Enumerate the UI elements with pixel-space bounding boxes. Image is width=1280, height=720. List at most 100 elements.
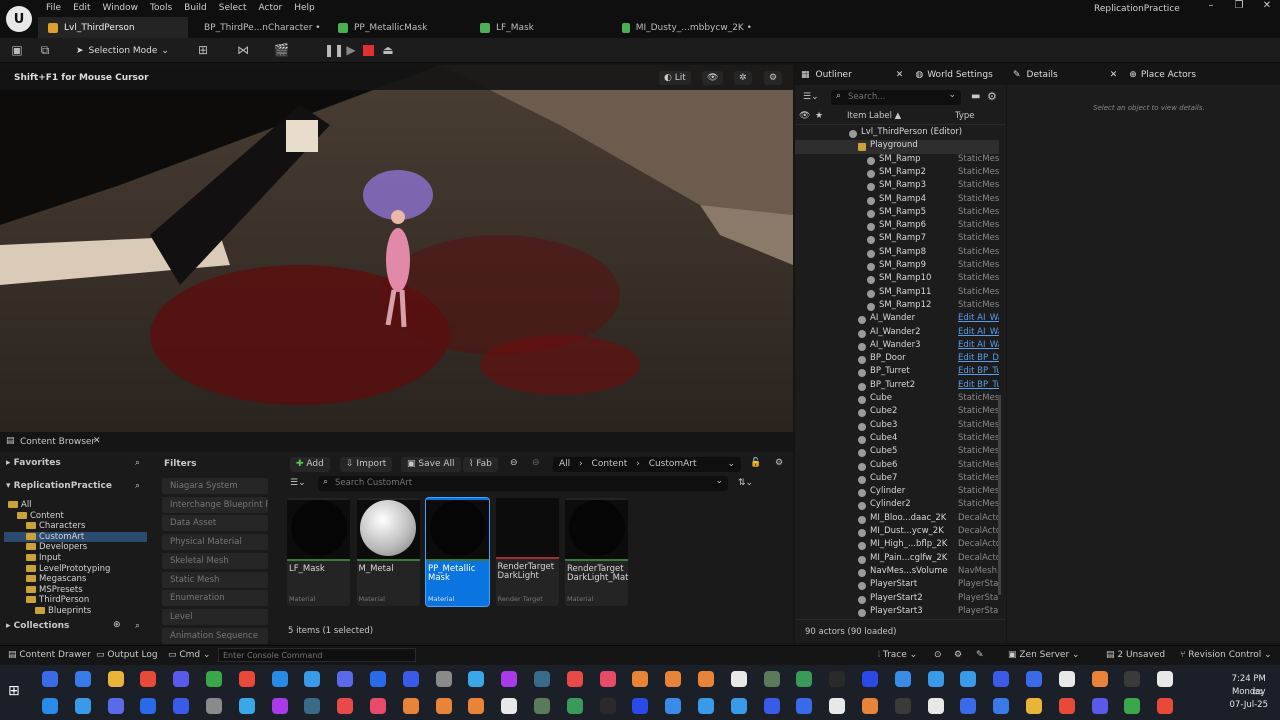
taskbar-app-icon[interactable] (173, 671, 190, 687)
taskbar-app-icon[interactable] (862, 698, 878, 714)
outliner-row[interactable]: SM_Ramp StaticMes (795, 154, 999, 167)
taskbar-app-icon[interactable] (206, 698, 222, 714)
content-settings-icon[interactable]: ⚙ (775, 458, 783, 468)
content-search-input[interactable] (335, 477, 705, 489)
trace-button[interactable]: ⦙ Trace ⌄ (878, 650, 917, 660)
favorites-section[interactable]: ▸ Favorites (6, 458, 61, 468)
taskbar-app-icon[interactable] (206, 671, 222, 687)
asset-tile[interactable]: M_Metal Material (356, 498, 420, 606)
filter-item[interactable]: Static Mesh (162, 571, 268, 588)
browse-icon[interactable]: ⧉ (38, 43, 52, 57)
taskbar-app-icon[interactable] (42, 671, 58, 687)
taskbar-app-icon[interactable] (1026, 698, 1042, 714)
taskbar-app-icon[interactable] (632, 671, 649, 687)
close-tab-icon[interactable]: ✕ (896, 70, 904, 80)
taskbar-app-icon[interactable] (107, 671, 124, 687)
filter-icon[interactable]: ☰⌄ (290, 478, 306, 488)
taskbar-app-icon[interactable] (632, 698, 649, 714)
taskbar-app-icon[interactable] (304, 698, 321, 714)
taskbar-app-icon[interactable] (829, 698, 846, 714)
visibility-icon[interactable]: 👁 (799, 111, 810, 121)
outliner-row[interactable]: PlayerStart3 PlayerStar (795, 606, 999, 619)
create-folder-icon[interactable]: ▬ (971, 91, 980, 102)
taskbar-app-icon[interactable] (435, 698, 452, 714)
taskbar-app-icon[interactable] (1157, 698, 1174, 714)
settings-icon[interactable]: ⚙ (954, 650, 962, 660)
edit-blueprint-link[interactable]: Edit AI_Wa (958, 327, 999, 337)
folder-characters[interactable]: Characters (4, 521, 147, 531)
outliner-row[interactable]: Cylinder StaticMes (795, 486, 999, 499)
import-button[interactable]: ⇩ Import (340, 457, 393, 472)
show-flags-icon[interactable]: 👁 (702, 71, 724, 85)
chevron-down-icon[interactable]: ⌄ (727, 457, 735, 472)
column-type[interactable]: Type (955, 111, 975, 121)
filter-item[interactable]: Animation Sequence (162, 627, 268, 644)
edit-blueprint-link[interactable]: Edit AI_Wa (958, 340, 999, 350)
collections-section[interactable]: ▸ Collections (6, 621, 69, 631)
search-icon[interactable]: ⌕ (135, 621, 140, 631)
breadcrumb-customart[interactable]: CustomArt (649, 459, 697, 469)
content-drawer-button[interactable]: ▤ Content Drawer (8, 650, 91, 660)
maximize-icon[interactable]: ❐ (1224, 0, 1254, 16)
tab-place-actors[interactable]: Place Actors (1141, 70, 1196, 80)
outliner-row[interactable]: NavMes...sVolume NavMesh (795, 566, 999, 579)
outliner-row[interactable]: SM_Ramp4 StaticMes (795, 194, 999, 207)
notifications-icon[interactable]: ▭ (1252, 684, 1263, 698)
taskbar-app-icon[interactable] (435, 671, 452, 687)
taskbar-app-icon[interactable] (698, 671, 714, 687)
outliner-row[interactable]: PlayerStart PlayerStar (795, 579, 999, 592)
taskbar-app-icon[interactable] (599, 671, 616, 687)
realtime-icon[interactable]: ✲ (734, 71, 752, 85)
taskbar-app-icon[interactable] (599, 698, 616, 714)
filter-icon[interactable]: ☰⌄ (803, 92, 819, 102)
outliner-row[interactable]: MI_Bloo...daac_2K DecalActo (795, 513, 999, 526)
fab-button[interactable]: ⌇ Fab (463, 457, 498, 472)
add-actor-icon[interactable]: ⊞ (196, 43, 210, 57)
taskbar-app-icon[interactable] (173, 698, 190, 714)
outliner-row[interactable]: Playground (795, 140, 999, 154)
outliner-row[interactable]: SM_Ramp10 StaticMes (795, 273, 999, 286)
outliner-row[interactable]: SM_Ramp7 StaticMes (795, 233, 999, 246)
outliner-row[interactable]: BP_Door Edit BP_D (795, 353, 999, 366)
taskbar-app-icon[interactable] (993, 698, 1010, 714)
outliner-row[interactable]: SM_Ramp2 StaticMes (795, 167, 999, 180)
taskbar-app-icon[interactable] (730, 671, 747, 687)
tab-bp-thirdpersoncharacter[interactable]: BP_ThirdPe...nCharacter • (188, 17, 328, 38)
taskbar-app-icon[interactable] (468, 671, 485, 687)
breadcrumb-content[interactable]: Content (592, 459, 628, 469)
taskbar-app-icon[interactable] (370, 671, 386, 687)
outliner-search[interactable]: ⌕ ⌄ (831, 90, 961, 105)
outliner-row[interactable]: Cylinder2 StaticMes (795, 499, 999, 512)
outliner-row[interactable]: AI_Wander3 Edit AI_Wa (795, 340, 999, 353)
menu-window[interactable]: Window (103, 3, 139, 13)
outliner-row[interactable]: Cube3 StaticMes (795, 420, 999, 433)
menu-help[interactable]: Help (294, 3, 315, 13)
taskbar-app-icon[interactable] (960, 698, 977, 714)
back-icon[interactable]: ⊖ (510, 458, 518, 468)
outliner-scrollbar[interactable] (998, 395, 1001, 595)
windows-start-icon[interactable]: ⊞ (8, 683, 20, 699)
taskbar-app-icon[interactable] (534, 698, 550, 714)
taskbar-app-icon[interactable] (402, 698, 419, 714)
menu-file[interactable]: File (46, 3, 61, 13)
edit-blueprint-link[interactable]: Edit BP_Tu (958, 380, 999, 390)
filter-item[interactable]: Enumeration (162, 590, 268, 607)
taskbar-app-icon[interactable] (927, 698, 944, 714)
menu-select[interactable]: Select (219, 3, 247, 13)
selection-mode-dropdown[interactable]: ➤ Selection Mode ⌄ (76, 43, 169, 59)
taskbar-app-icon[interactable] (1124, 698, 1141, 714)
folder-all[interactable]: All (4, 500, 147, 510)
folder-blueprints[interactable]: Blueprints (4, 606, 147, 616)
folder-content[interactable]: Content (4, 511, 147, 521)
taskbar-app-icon[interactable] (501, 698, 518, 714)
taskbar-app-icon[interactable] (337, 671, 354, 687)
taskbar-app-icon[interactable] (829, 671, 846, 687)
tab-details[interactable]: Details (1027, 70, 1058, 80)
stop-icon[interactable] (363, 45, 374, 56)
menu-tools[interactable]: Tools (150, 3, 172, 13)
save-icon[interactable]: ▣ (10, 43, 24, 57)
edit-blueprint-link[interactable]: Edit BP_Tu (958, 366, 999, 376)
taskbar-app-icon[interactable] (730, 698, 747, 714)
menu-edit[interactable]: Edit (73, 3, 90, 13)
taskbar-app-icon[interactable] (566, 698, 583, 714)
